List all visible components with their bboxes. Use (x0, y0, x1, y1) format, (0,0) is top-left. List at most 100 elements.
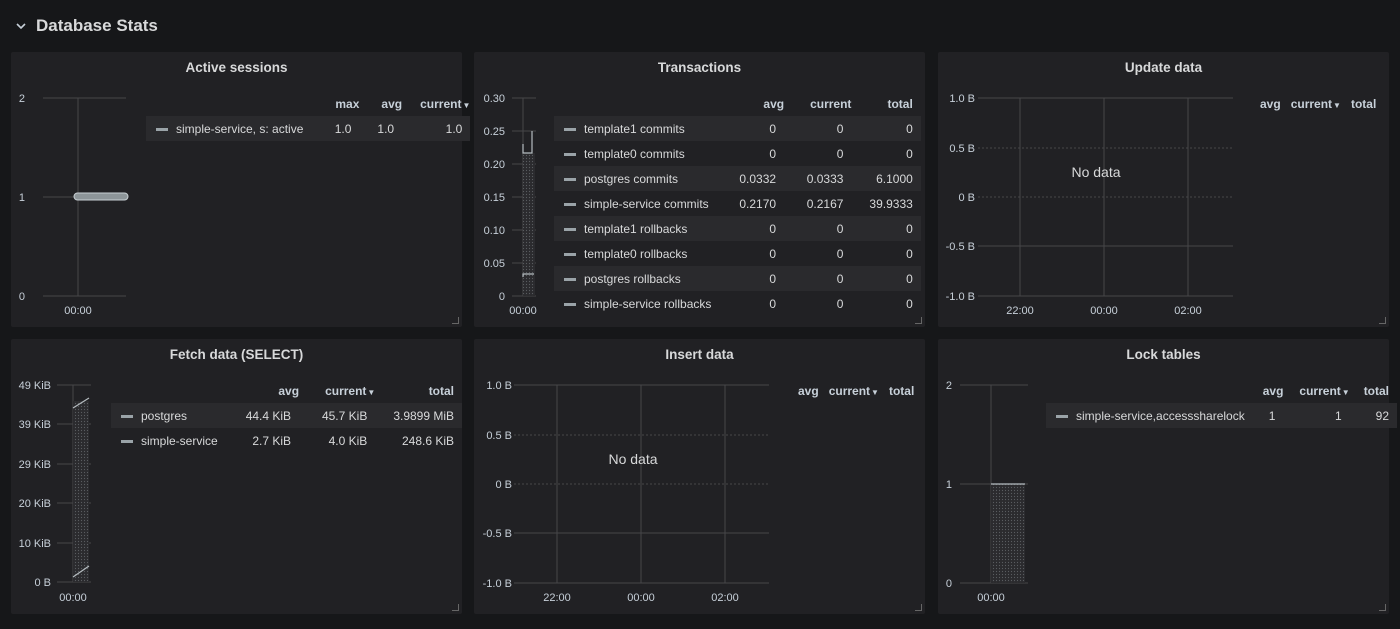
legend-series-name: simple-service commits (584, 196, 709, 211)
legend-header-current[interactable]: current▼ (819, 379, 879, 403)
legend-value: 0 (906, 296, 913, 311)
x-tick: 22:00 (1006, 305, 1034, 317)
legend-value: 3.9899 MiB (375, 403, 463, 428)
legend-header-current[interactable]: current▼ (1283, 379, 1349, 403)
x-tick: 00:00 (977, 592, 1005, 604)
legend-header-current[interactable]: current▼ (1281, 92, 1341, 116)
legend-value: 0.2170 (739, 196, 777, 211)
legend-row[interactable]: postgres commits 0.0332 0.0333 6.1000 (554, 166, 921, 191)
row-header[interactable]: Database Stats (14, 14, 158, 38)
resize-handle[interactable] (1379, 317, 1386, 324)
resize-handle[interactable] (915, 604, 922, 611)
legend-value: 0 (836, 246, 844, 261)
legend-header-total[interactable]: total (375, 379, 462, 403)
legend-row[interactable]: simple-service, s: active 1.0 1.0 1.0 (146, 116, 471, 141)
legend-header-avg[interactable]: avg (776, 379, 819, 403)
legend-row[interactable]: template1 commits 0 0 0 (554, 116, 921, 141)
legend-row[interactable]: simple-service rollbacks 0 0 0 (554, 291, 921, 316)
x-tick: 00:00 (627, 592, 655, 604)
active-sessions-graph[interactable]: 2 1 0 00:00 (11, 52, 151, 327)
y-tick: 2 (946, 380, 952, 392)
legend: avg current▼ total (1238, 92, 1376, 116)
y-tick: 0.20 (484, 159, 505, 171)
legend-header-current[interactable]: current (784, 92, 851, 116)
y-tick: 0 (946, 578, 952, 590)
y-tick: 0.30 (484, 93, 505, 105)
y-tick: 0 B (34, 577, 51, 589)
series-swatch (564, 127, 576, 131)
legend-row[interactable]: postgres 44.4 KiB 45.7 KiB 3.9899 MiB (111, 403, 463, 428)
row-title: Database Stats (36, 16, 158, 35)
legend-value: 92 (1349, 403, 1398, 428)
lock-tables-graph[interactable]: 2 1 0 00:00 (938, 339, 1048, 614)
legend-value: 0.0332 (721, 166, 785, 191)
legend-series-name: postgres commits (584, 171, 679, 186)
y-tick: 0.5 B (486, 430, 512, 442)
legend-value: 0 (769, 246, 777, 261)
update-data-graph[interactable]: 1.0 B 0.5 B 0 B -0.5 B -1.0 B 22:00 00:0… (938, 52, 1238, 327)
legend-row[interactable]: simple-service,accesssharelock 1 1 92 (1046, 403, 1398, 428)
series-line-simple-service-commits (522, 131, 533, 154)
legend-header-avg[interactable]: avg (359, 92, 402, 116)
y-tick: 0 B (958, 192, 975, 204)
y-tick: 0.10 (484, 225, 505, 237)
x-tick: 00:00 (59, 592, 87, 604)
legend-row[interactable]: template0 commits 0 0 0 (554, 141, 921, 166)
y-tick: -1.0 B (946, 291, 975, 303)
y-tick: 1.0 B (486, 380, 512, 392)
resize-handle[interactable] (452, 317, 459, 324)
legend-header-current[interactable]: current▼ (402, 92, 470, 116)
legend-header-current[interactable]: current▼ (299, 379, 375, 403)
y-tick: 0 B (495, 479, 512, 491)
panel-transactions: Transactions 0.30 0.25 0.20 0.15 0.10 0.… (474, 52, 925, 327)
legend-value: 0 (836, 296, 844, 311)
legend-value: 0 (784, 116, 852, 141)
legend-header-total[interactable]: total (851, 92, 920, 116)
legend-value: 1.0 (313, 116, 360, 141)
legend-header-avg[interactable]: avg (228, 379, 299, 403)
x-tick: 00:00 (64, 305, 92, 317)
transactions-graph[interactable]: 0.30 0.25 0.20 0.15 0.10 0.05 0 00:00 (474, 52, 554, 327)
legend-row[interactable]: simple-service commits 0.2170 0.2167 39.933… (554, 191, 921, 216)
series-swatch (1056, 414, 1068, 418)
legend-header-avg[interactable]: avg (1255, 379, 1284, 403)
y-tick: 0 (19, 291, 25, 303)
legend-row[interactable]: simple-service 2.7 KiB 4.0 KiB 248.6 KiB (111, 428, 462, 453)
legend-row[interactable]: postgres rollbacks 0 0 0 (554, 266, 921, 291)
resize-handle[interactable] (915, 317, 922, 324)
legend-row[interactable]: template1 rollbacks 0 0 0 (554, 216, 921, 241)
series-swatch (564, 202, 576, 206)
resize-handle[interactable] (452, 604, 459, 611)
legend-header-avg[interactable]: avg (721, 92, 784, 116)
legend-row[interactable]: template0 rollbacks 0 0 0 (554, 241, 921, 266)
legend-header-total[interactable]: total (1350, 379, 1397, 403)
legend-series-name: template1 rollbacks (584, 221, 688, 236)
panel-active-sessions: Active sessions 2 1 0 00:00 max avg curr… (11, 52, 471, 327)
resize-handle[interactable] (1379, 604, 1386, 611)
legend-value: 0.2167 (806, 196, 844, 211)
legend-value: 1 (1254, 403, 1284, 428)
legend-series-name: simple-service rollbacks (584, 296, 712, 311)
series-swatch (156, 127, 168, 131)
legend-value: 2.7 KiB (252, 433, 292, 448)
legend-value: 45.7 KiB (299, 403, 376, 428)
legend-value: 0 (769, 296, 777, 311)
legend-value: 0 (906, 146, 913, 161)
legend-value: 44.4 KiB (227, 403, 300, 428)
legend-value: 1.0 (402, 116, 471, 141)
panel-update-data: Update data 1.0 B 0.5 B 0 B -0.5 B -1.0 … (938, 52, 1389, 327)
legend-header-avg[interactable]: avg (1238, 92, 1281, 116)
legend-value: 0 (784, 216, 852, 241)
y-tick: -0.5 B (946, 241, 975, 253)
series-swatch (564, 152, 576, 156)
panel-lock-tables: Lock tables 2 1 0 00:00 avg current▼ tot… (938, 339, 1398, 614)
fetch-data-graph[interactable]: 49 KiB 39 KiB 29 KiB 20 KiB 10 KiB 0 B 0… (11, 339, 111, 614)
stacked-area-fill (73, 401, 89, 582)
legend-header-total[interactable]: total (879, 379, 914, 403)
chevron-down-icon[interactable] (14, 19, 28, 33)
legend-value: 0 (851, 116, 921, 141)
insert-data-graph[interactable]: 1.0 B 0.5 B 0 B -0.5 B -1.0 B 22:00 00:0… (474, 339, 774, 614)
legend-header-max[interactable]: max (313, 92, 359, 116)
legend-header-total[interactable]: total (1341, 92, 1376, 116)
legend-value: 0 (851, 216, 921, 241)
